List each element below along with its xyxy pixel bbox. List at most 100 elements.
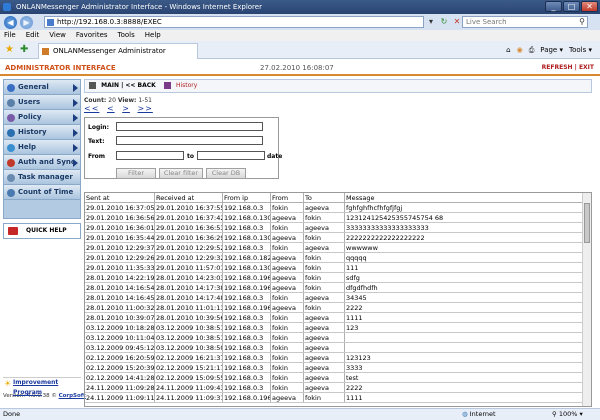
favorites-star-icon[interactable]: ★ [5,44,14,55]
menu-favorites[interactable]: Favorites [76,30,108,41]
table-header: Sent at Received at From ip From To Mess… [85,193,591,203]
text-input[interactable] [116,136,263,145]
back-link[interactable]: << BACK [125,82,155,89]
sidebar-item-help[interactable]: Help [4,140,80,155]
auth-icon [7,159,15,167]
to-date-input[interactable] [197,151,265,160]
sidebar-item-users[interactable]: Users [4,95,80,110]
menu-file[interactable]: File [4,30,16,41]
back-arrow-icon[interactable]: ◀ [4,16,17,29]
sidebar-item-policy[interactable]: Policy [4,110,80,125]
sidebar-item-auth-sync[interactable]: Auth and Sync [4,155,80,170]
sidebar-item-history[interactable]: History [4,125,80,140]
menu-help[interactable]: Help [145,30,161,41]
to-label: to [187,153,194,160]
table-row[interactable]: 29.01.2010 16:36:01 29.01.2010 16:36:53 19… [85,223,591,233]
url-field[interactable]: http://192.168.0.3:8888/EXEC [44,16,424,28]
table-row[interactable]: 02.12.2009 16:20:59 02.12.2009 16:21:37 19… [85,353,591,363]
table-row[interactable]: 03.12.2009 10:18:28 03.12.2009 10:38:51 19… [85,323,591,333]
pager-first[interactable]: << [84,104,99,113]
table-row[interactable]: 02.12.2009 14:41:28 02.12.2009 15:09:55 19… [85,373,591,383]
table-row[interactable]: 29.01.2010 12:29:26 29.01.2010 12:29:32 19… [85,253,591,263]
table-row[interactable]: 28.01.2010 14:16:45 28.01.2010 14:17:48 19… [85,293,591,303]
col-to[interactable]: To [304,193,345,202]
from-date-input[interactable] [116,151,184,160]
scrollbar-thumb[interactable] [584,203,590,243]
login-label: Login: [88,124,109,131]
maximize-button[interactable]: □ [563,1,580,12]
cell-sent-at: 29.01.2010 16:37:05 [86,203,155,212]
table-row[interactable]: 29.01.2010 16:36:56 29.01.2010 16:37:42 19… [85,213,591,223]
pager-next[interactable]: > [122,104,130,113]
dropdown-icon[interactable]: ▾ [426,17,436,27]
table-row[interactable]: 24.11.2009 11:09:28 24.11.2009 11:09:43 19… [85,383,591,393]
table-row[interactable]: 29.01.2010 16:37:05 29.01.2010 16:37:55 19… [85,203,591,213]
table-row[interactable]: 29.01.2010 12:29:37 29.01.2010 12:29:52 19… [85,243,591,253]
menu-edit[interactable]: Edit [26,30,40,41]
sidebar-item-general[interactable]: General [4,80,80,95]
cell-sent-at: 28.01.2010 10:39:07 [86,313,155,322]
clear-filter-button[interactable]: Clear filter [159,168,203,179]
table-scrollbar[interactable] [582,193,591,406]
forward-arrow-icon[interactable]: ▶ [20,16,33,29]
cell-received-at: 29.01.2010 16:36:29 [156,233,223,242]
exit-link[interactable]: EXIT [579,64,594,71]
stop-icon[interactable]: ✕ [452,17,462,27]
sidebar-item-task-manager[interactable]: Task manager [4,170,80,185]
print-icon[interactable]: ⎙ [529,45,535,55]
table-row[interactable]: 03.12.2009 10:11:04 03.12.2009 10:38:51 19… [85,333,591,343]
pager-last[interactable]: >> [137,104,152,113]
table-row[interactable]: 24.11.2009 11:09:11 24.11.2009 11:09:31 19… [85,393,591,403]
zoom-level[interactable]: ⚲ 100% ▾ [552,409,583,420]
table-row[interactable]: 03.12.2009 09:45:12 03.12.2009 10:38:50 19… [85,343,591,353]
improvement-program-link[interactable]: ☀ Improvement Program [3,377,81,396]
refresh-link[interactable]: REFRESH [542,64,573,71]
col-from-ip[interactable]: From ip [223,193,271,202]
page-menu[interactable]: Page ▾ [540,45,563,55]
quick-help-button[interactable]: QUICK HELP [3,223,81,239]
table-row[interactable]: 28.01.2010 14:22:19 28.01.2010 14:23:03 19… [85,273,591,283]
sidebar-item-label: Users [18,98,41,106]
pager-prev[interactable]: < [107,104,115,113]
table-row[interactable]: 28.01.2010 11:00:32 28.01.2010 11:01:13 19… [85,303,591,313]
cell-from: fokin [271,363,304,372]
add-favorite-icon[interactable]: ✚ [20,44,28,55]
table-row[interactable]: 28.01.2010 10:39:07 28.01.2010 10:39:56 19… [85,313,591,323]
cell-received-at: 24.11.2009 11:09:31 [156,393,223,402]
table-row[interactable]: 29.01.2010 16:35:44 29.01.2010 16:36:29 19… [85,233,591,243]
search-input[interactable]: Live Search ⚲ [462,16,588,28]
search-icon[interactable]: ⚲ [579,17,585,27]
home-icon[interactable]: ⌂ [506,45,510,55]
refresh-icon[interactable]: ↻ [439,17,449,27]
zoom-value: 100% [558,410,578,418]
login-input[interactable] [116,122,263,131]
menu-tools[interactable]: Tools [118,30,135,41]
minimize-button[interactable]: _ [545,1,562,12]
company-link[interactable]: CorpSoft [59,393,86,399]
filter-button[interactable]: Filter [116,168,156,179]
table-row[interactable]: 28.01.2010 14:16:54 28.01.2010 14:17:38 19… [85,283,591,293]
col-from[interactable]: From [271,193,304,202]
cell-to: ageeva [304,323,345,332]
submenu-arrow-icon [73,114,78,122]
sidebar-item-count-of-time[interactable]: Count of Time [4,185,80,200]
col-received-at[interactable]: Received at [155,193,223,202]
search-placeholder: Live Search [466,18,507,26]
main-link[interactable]: MAIN [101,82,119,89]
table-row[interactable]: 29.01.2010 11:35:33 29.01.2010 11:57:01 19… [85,263,591,273]
clear-db-button[interactable]: Clear DB [206,168,246,179]
cell-from-ip: 192.168.0.182 [224,253,271,262]
cell-from-ip: 192.168.0.3 [223,293,271,302]
feeds-icon[interactable]: ◉ [517,45,523,55]
history-icon [7,129,15,137]
zoom-icon: ⚲ [552,410,557,418]
cell-message: 111 [346,264,359,272]
cell-to: ageeva [304,373,345,382]
tools-menu[interactable]: Tools ▾ [569,45,592,55]
close-button[interactable]: ✕ [581,1,598,12]
menu-view[interactable]: View [49,30,66,41]
col-sent-at[interactable]: Sent at [85,193,155,202]
col-message[interactable]: Message [345,193,581,202]
browser-tab[interactable]: ONLANMessenger Administrator Interface [38,43,198,69]
table-row[interactable]: 02.12.2009 15:20:39 02.12.2009 15:21:17 19… [85,363,591,373]
